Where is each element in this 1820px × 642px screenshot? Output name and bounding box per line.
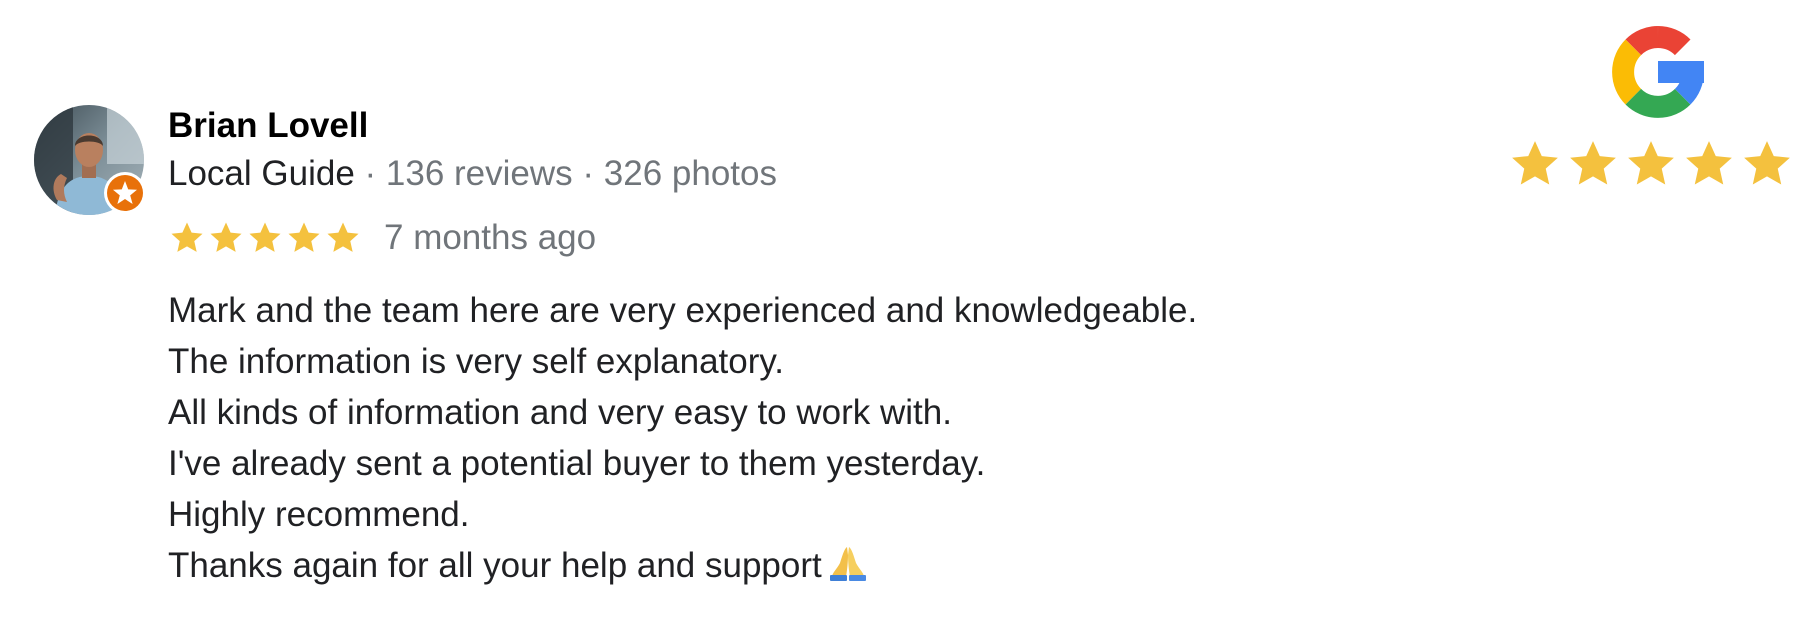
- review-line: Mark and the team here are very experien…: [168, 291, 1198, 330]
- rating-row: 7 months ago: [168, 216, 596, 260]
- local-guide-badge-icon: [103, 171, 147, 215]
- star-icon: [1623, 136, 1679, 192]
- reviewer-meta: Local Guide · 136 reviews · 326 photos: [168, 152, 777, 196]
- star-icon: [207, 219, 245, 257]
- local-guide-label: Local Guide: [168, 154, 355, 193]
- review-line: The information is very self explanatory…: [168, 342, 785, 381]
- review-line: I've already sent a potential buyer to t…: [168, 444, 986, 483]
- star-icon: [324, 219, 362, 257]
- review-line-last: Thanks again for all your help and suppo…: [168, 540, 1197, 595]
- reviewer-name[interactable]: Brian Lovell: [168, 104, 777, 148]
- review-line: Highly recommend.: [168, 495, 470, 534]
- meta-separator: ·: [354, 154, 386, 193]
- folded-hands-icon: [828, 543, 868, 595]
- google-rating-badge: [1505, 8, 1805, 198]
- star-icon: [1507, 136, 1563, 192]
- star-icon: [285, 219, 323, 257]
- review-card: Brian Lovell Local Guide · 136 reviews ·…: [0, 0, 1820, 642]
- star-icon: [1739, 136, 1795, 192]
- star-icon: [1565, 136, 1621, 192]
- google-badge-stars: [1507, 136, 1795, 192]
- star-icon: [168, 219, 206, 257]
- review-line: Thanks again for all your help and suppo…: [168, 546, 822, 585]
- review-line: All kinds of information and very easy t…: [168, 393, 952, 432]
- star-icon: [246, 219, 284, 257]
- review-date: 7 months ago: [384, 218, 597, 257]
- review-rating-stars: [168, 219, 362, 257]
- star-icon: [1681, 136, 1737, 192]
- review-text: Mark and the team here are very experien…: [168, 285, 1197, 595]
- photo-count: 326 photos: [603, 154, 777, 193]
- google-g-icon: [1598, 12, 1718, 137]
- review-count: 136 reviews: [385, 154, 573, 193]
- reviewer-header: Brian Lovell Local Guide · 136 reviews ·…: [168, 104, 777, 196]
- meta-separator: ·: [572, 154, 604, 193]
